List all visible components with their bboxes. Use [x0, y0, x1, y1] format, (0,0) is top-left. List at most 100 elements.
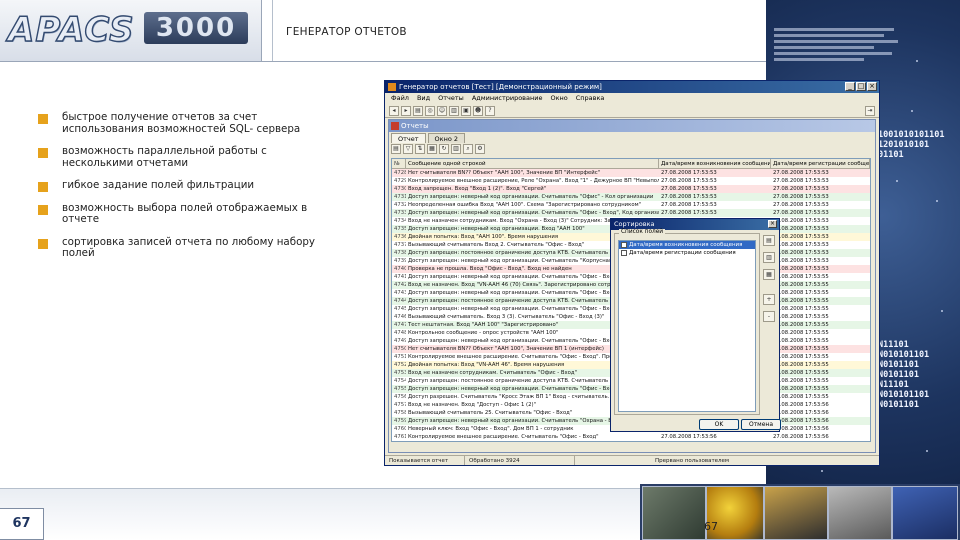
table-row[interactable]: 4730Вход запрещен. Вход "Вход 1 (2)". Вх…	[392, 185, 870, 193]
menu-item[interactable]: Администрирование	[472, 93, 543, 104]
row-id: 4738	[394, 250, 406, 256]
settings-icon[interactable]: ⚙	[475, 144, 485, 154]
row-id: 4740	[394, 266, 406, 272]
row-id: 4756	[394, 394, 406, 400]
row-registered-time: 27.08.2008 17:53:53	[773, 194, 829, 200]
star-dot	[941, 310, 943, 312]
tab-window-2[interactable]: Окно 2	[427, 133, 466, 143]
row-id: 4752	[394, 362, 406, 368]
ok-button[interactable]: OK	[699, 419, 739, 430]
row-id: 4750	[394, 346, 406, 352]
sort-field-item[interactable]: Дата/время возникновения сообщения	[619, 241, 755, 249]
row-id: 4739	[394, 258, 406, 264]
filter-icon[interactable]: ▽	[403, 144, 413, 154]
row-id: 4748	[394, 330, 406, 336]
table-row[interactable]: 4728Нет считывателя BN?? Объект "ААН 100…	[392, 169, 870, 177]
menu-item[interactable]: Справка	[576, 93, 605, 104]
row-registered-time: 27.08.2008 17:53:55	[773, 370, 829, 376]
close-button[interactable]: ×	[867, 82, 877, 91]
gold-bars-photo	[764, 486, 828, 540]
save-icon[interactable]: ▣	[461, 105, 471, 116]
forward-icon[interactable]: ▸	[401, 105, 411, 116]
add-field-icon[interactable]: ▤	[763, 235, 775, 246]
menu-item[interactable]: Файл	[391, 93, 409, 104]
row-occurred-time: 27.08.2008 17:53:53	[661, 210, 717, 216]
row-message: Доступ запрещен: неверный код организаци…	[408, 194, 654, 200]
exit-icon[interactable]: ⇥	[865, 105, 875, 116]
move-down-icon[interactable]: -	[763, 311, 775, 322]
field-checkbox[interactable]	[621, 250, 627, 256]
row-registered-time: 27.08.2008 17:53:53	[773, 234, 829, 240]
maximize-button[interactable]: □	[856, 82, 866, 91]
row-registered-time: 27.08.2008 17:53:55	[773, 346, 829, 352]
status-processed: Обработано 3924	[465, 456, 575, 465]
print-icon[interactable]: ▤	[391, 144, 401, 154]
print-icon[interactable]: ▤	[413, 105, 423, 116]
dialog-close-button[interactable]: ×	[768, 220, 777, 228]
find-icon[interactable]: ⌕	[463, 144, 473, 154]
grid-header: № Сообщение одной строкой Дата/время воз…	[392, 159, 870, 169]
logo-text: APACS	[7, 9, 135, 50]
row-registered-time: 27.08.2008 17:53:53	[773, 258, 829, 264]
row-registered-time: 27.08.2008 17:53:55	[773, 378, 829, 384]
report-icon[interactable]: ▥	[449, 105, 459, 116]
menu-item[interactable]: Окно	[550, 93, 567, 104]
table-row[interactable]: 4729Контролируемое внешнее расширение, Р…	[392, 177, 870, 185]
sort-dialog[interactable]: Сортировка × Список полей Дата/время воз…	[610, 218, 781, 432]
table-row[interactable]: 4762Доступ запрещен: неверный код органи…	[392, 441, 870, 442]
menu-item[interactable]: Вид	[417, 93, 430, 104]
status-bar: Показывается отчет Обработано 3924 Прерв…	[385, 455, 879, 465]
row-id: 4753	[394, 370, 406, 376]
star-dot	[896, 180, 898, 182]
column-header[interactable]: Дата/время возникновения сообщения	[659, 159, 771, 168]
sort-field-label: Дата/время возникновения сообщения	[629, 242, 743, 248]
sort-field-item[interactable]: Дата/время регистрации сообщения	[619, 249, 755, 257]
binary-line: N010101101	[878, 350, 930, 360]
feature-item: гибкое задание полей фильтрации	[38, 179, 328, 192]
row-registered-time: 27.08.2008 17:53:56	[773, 426, 829, 432]
back-icon[interactable]: ◂	[389, 105, 399, 116]
cancel-button[interactable]: Отмена	[741, 419, 781, 430]
row-message: Доступ запрещен: неверный код организаци…	[406, 441, 659, 442]
table-row[interactable]: 4761Контролируемое внешнее расширение. С…	[392, 433, 870, 441]
column-header[interactable]: №	[392, 159, 406, 168]
sort-icon[interactable]: ⇅	[415, 144, 425, 154]
table-row[interactable]: 4732Неопределенная ошибка Вход "ААН 100"…	[392, 201, 870, 209]
table-row[interactable]: 4733Доступ запрещен: неверный код органи…	[392, 209, 870, 217]
row-id: 4749	[394, 338, 406, 344]
photo-strip	[640, 484, 960, 540]
row-registered-time: 27.08.2008 17:53:55	[773, 282, 829, 288]
remove-field-icon[interactable]: ▥	[763, 252, 775, 263]
window-titlebar[interactable]: Генератор отчетов [Тест] [Демонстрационн…	[385, 81, 879, 93]
sort-field-list[interactable]: Дата/время возникновения сообщения Дата/…	[618, 240, 756, 412]
tab-bar: Отчет Окно 2	[389, 132, 875, 143]
row-registered-time: 27.08.2008 17:53:53	[773, 186, 829, 192]
table-row[interactable]: 4731Доступ запрещен: неверный код органи…	[392, 193, 870, 201]
row-registered-time: 27.08.2008 17:53:53	[773, 226, 829, 232]
export-icon[interactable]: ▦	[427, 144, 437, 154]
menu-item[interactable]: Отчеты	[438, 93, 464, 104]
feature-text: гибкое задание полей фильтрации	[62, 179, 255, 191]
blue-tech-photo	[892, 486, 958, 540]
column-header[interactable]: Сообщение одной строкой	[406, 159, 659, 168]
row-registered-time: 27.08.2008 17:53:55	[773, 394, 829, 400]
row-occurred-time: 27.08.2008 17:53:53	[661, 186, 717, 192]
user-icon[interactable]: ☻	[473, 105, 483, 116]
columns-icon[interactable]: ▥	[451, 144, 461, 154]
question-icon[interactable]: ?	[485, 105, 495, 116]
row-id: 4746	[394, 314, 406, 320]
feature-item: сортировка записей отчета по любому набо…	[38, 236, 328, 260]
refresh-icon[interactable]: ↻	[439, 144, 449, 154]
document-titlebar[interactable]: Отчеты	[389, 120, 875, 132]
minimize-button[interactable]: _	[845, 82, 855, 91]
column-header[interactable]: Дата/время регистрации сообщения	[771, 159, 870, 168]
field-checkbox[interactable]	[621, 242, 627, 248]
copy-field-icon[interactable]: ▦	[763, 269, 775, 280]
row-registered-time: 27.08.2008 17:53:53	[773, 266, 829, 272]
row-registered-time: 27.08.2008 17:53:53	[773, 170, 829, 176]
row-id: 4735	[394, 226, 406, 232]
users-icon[interactable]: ☺	[437, 105, 447, 116]
tab-report[interactable]: Отчет	[391, 133, 426, 143]
move-up-icon[interactable]: +	[763, 294, 775, 305]
preview-icon[interactable]: ◎	[425, 105, 435, 116]
